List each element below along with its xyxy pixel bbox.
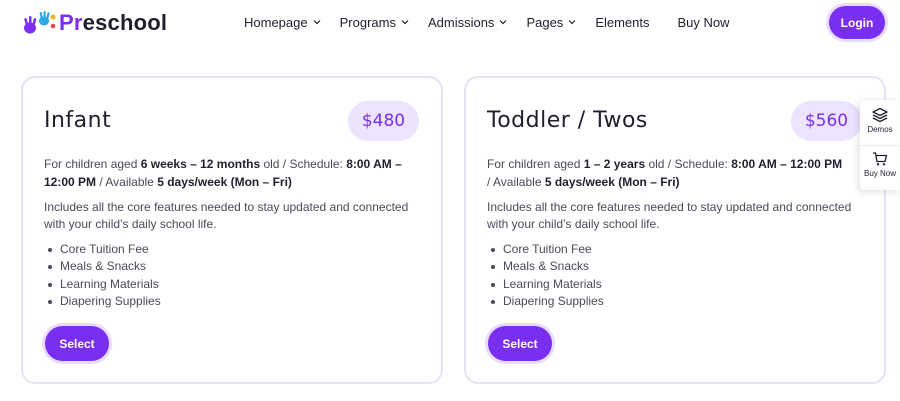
- desc-prefix: For children aged: [44, 157, 141, 171]
- card-description: For children aged 1 – 2 years old / Sche…: [487, 155, 847, 191]
- list-item: Diapering Supplies: [487, 293, 604, 310]
- feature-list: Core Tuition Fee Meals & Snacks Learning…: [44, 241, 161, 310]
- logo-text-accent: Pr: [59, 10, 83, 35]
- buy-now-side-button[interactable]: Buy Now: [860, 151, 900, 178]
- hands-logo-icon: [24, 11, 56, 34]
- nav-admissions[interactable]: Admissions: [428, 15, 507, 30]
- logo-text: Preschool: [59, 10, 167, 36]
- site-header: Preschool Homepage Programs Admissions P…: [0, 0, 900, 48]
- card-title: Toddler / Twos: [487, 108, 648, 133]
- list-item: Learning Materials: [487, 276, 604, 293]
- nav-programs-label: Programs: [339, 14, 396, 30]
- buy-now-label: Buy Now: [863, 169, 896, 178]
- chevron-down-icon: [313, 20, 321, 25]
- availability: 5 days/week (Mon – Fri): [544, 175, 680, 189]
- list-item: Meals & Snacks: [44, 258, 161, 275]
- age-range: 6 weeks – 12 months: [140, 157, 261, 171]
- nav-programs[interactable]: Programs: [340, 15, 409, 30]
- price-badge: $560: [791, 101, 862, 141]
- card-description: For children aged 6 weeks – 12 months ol…: [44, 155, 404, 191]
- list-item: Core Tuition Fee: [44, 241, 161, 258]
- schedule: 8:00 AM – 12:00 PM: [731, 157, 843, 171]
- main-nav: Homepage Programs Admissions Pages Eleme…: [244, 0, 758, 44]
- side-panel: Demos Buy Now: [860, 100, 900, 190]
- includes-text: Includes all the core features needed to…: [44, 200, 409, 231]
- nav-elements[interactable]: Elements: [595, 15, 649, 30]
- login-button[interactable]: Login: [829, 6, 885, 39]
- card-title: Infant: [44, 108, 112, 133]
- availability: 5 days/week (Mon – Fri): [157, 175, 292, 189]
- desc-mid: old / Schedule:: [645, 157, 732, 171]
- desc-mid2: / Available: [96, 175, 158, 189]
- list-item: Core Tuition Fee: [487, 241, 604, 258]
- desc-prefix: For children aged: [487, 157, 584, 171]
- cart-icon: [873, 152, 888, 166]
- nav-pages[interactable]: Pages: [526, 15, 576, 30]
- nav-buy-now[interactable]: Buy Now: [678, 15, 730, 30]
- logo[interactable]: Preschool: [20, 8, 167, 38]
- demos-button[interactable]: Demos: [860, 107, 900, 134]
- nav-elements-label: Elements: [595, 14, 650, 30]
- includes-text: Includes all the core features needed to…: [487, 200, 852, 231]
- select-button[interactable]: Select: [488, 326, 552, 361]
- layers-icon: [872, 107, 888, 123]
- nav-homepage-label: Homepage: [244, 14, 308, 30]
- divider: [860, 145, 900, 146]
- list-item: Diapering Supplies: [44, 293, 161, 310]
- age-range: 1 – 2 years: [583, 157, 646, 171]
- chevron-down-icon: [401, 20, 409, 25]
- demos-label: Demos: [867, 125, 893, 134]
- list-item: Learning Materials: [44, 276, 161, 293]
- desc-mid: old / Schedule:: [260, 157, 347, 171]
- nav-buy-now-label: Buy Now: [677, 14, 730, 30]
- pricing-card-toddler: Toddler / Twos $560 For children aged 1 …: [464, 76, 886, 384]
- select-button[interactable]: Select: [45, 326, 109, 361]
- nav-admissions-label: Admissions: [427, 14, 495, 30]
- nav-pages-label: Pages: [526, 14, 564, 30]
- logo-text-rest: eschool: [82, 10, 168, 35]
- price-badge: $480: [348, 101, 419, 141]
- nav-homepage[interactable]: Homepage: [244, 15, 321, 30]
- chevron-down-icon: [568, 20, 576, 25]
- desc-mid2: / Available: [487, 175, 545, 189]
- list-item: Meals & Snacks: [487, 258, 604, 275]
- chevron-down-icon: [500, 20, 507, 25]
- pricing-card-infant: Infant $480 For children aged 6 weeks – …: [21, 76, 443, 384]
- feature-list: Core Tuition Fee Meals & Snacks Learning…: [487, 241, 604, 310]
